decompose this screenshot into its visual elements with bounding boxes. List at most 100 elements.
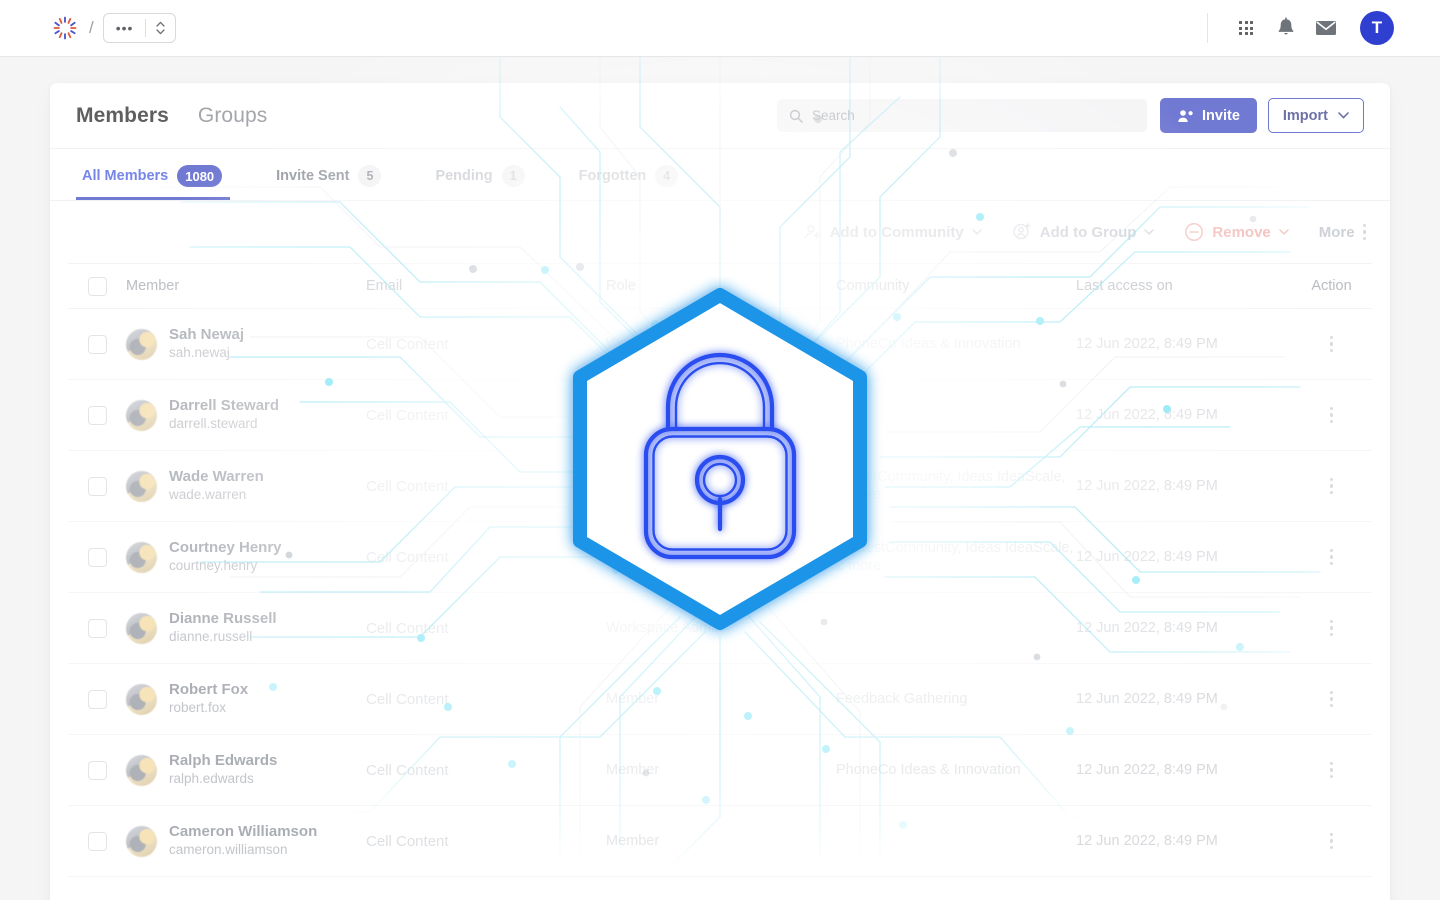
cell-last-access: 12 Jun 2022, 8:49 PM [1076,407,1218,423]
page-tab-groups[interactable]: Groups [198,104,267,128]
label: Remove [1212,223,1271,241]
tab-count-badge: 4 [655,165,679,187]
member-name: Robert Fox [169,680,249,698]
cell-last-access: 12 Jun 2022, 8:49 PM [1076,478,1218,494]
remove-button[interactable]: Remove [1184,222,1289,242]
table-row[interactable]: Ralph Edwards ralph.edwards Cell Content Me… [68,735,1372,806]
kebab-icon[interactable] [1362,223,1366,241]
select-all-checkbox[interactable] [87,276,107,296]
chevron-down-icon [1144,229,1155,235]
cell-email: Cell Content [366,761,449,779]
avatar [126,399,157,431]
row-action-menu[interactable] [1329,406,1334,424]
column-header-last-access[interactable]: Last access on [1076,278,1291,294]
member-username: sah.newaj [169,345,230,361]
grid-apps-icon[interactable] [1226,8,1266,48]
cell-email: Cell Content [366,690,449,708]
member-name: Wade Warren [169,467,264,485]
member-username: wade.warren [169,487,247,503]
row-action-menu[interactable] [1329,548,1334,566]
search-input[interactable]: Search [777,99,1148,132]
row-checkbox[interactable] [87,760,107,780]
add-community-icon [804,224,820,238]
member-name: Darrell Steward [169,396,280,414]
row-checkbox[interactable] [87,476,107,496]
user-plus-icon [1178,109,1193,122]
envelope-icon[interactable] [1306,8,1346,48]
column-header-email[interactable]: Email [366,278,606,294]
chevron-updown-icon[interactable] [146,21,175,35]
column-header-member[interactable]: Member [126,278,366,294]
cell-last-access: 12 Jun 2022, 8:49 PM [1076,336,1218,352]
row-action-menu[interactable] [1329,477,1334,495]
divider [1207,13,1208,43]
table-header-row: Member Email Role Community Last access … [68,263,1372,309]
avatar [126,541,157,573]
member-name: Courtney Henry [169,538,282,556]
member-username: robert.fox [169,700,227,716]
tab-pending[interactable]: Pending 1 [429,165,530,200]
avatar [126,683,157,715]
label: More [1318,223,1355,241]
add-to-community-button[interactable]: Add to Community [803,223,982,242]
row-action-menu[interactable] [1329,619,1334,637]
label: Add to Community [829,223,964,241]
table-row[interactable]: Dianne Russell dianne.russell Cell Content… [68,593,1372,664]
column-header-community[interactable]: Community [836,278,1076,294]
row-checkbox[interactable] [87,334,107,354]
cell-role: Member [606,832,660,849]
table-row[interactable]: Sah Newaj sah.newaj Cell Content Workspace … [68,309,1372,380]
bell-icon[interactable] [1266,8,1306,48]
row-action-menu[interactable] [1329,832,1334,850]
table-row[interactable]: Darrell Steward darrell.steward Cell Conte… [68,380,1372,451]
chevron-down-icon [1338,112,1349,119]
avatar[interactable]: T [1360,11,1394,45]
cell-role: Workspace Owner [606,335,725,352]
cell-last-access: 12 Jun 2022, 8:49 PM [1076,691,1218,707]
invite-button[interactable]: Invite [1160,98,1257,133]
top-bar: / ••• T [0,0,1440,57]
member-name: Ralph Edwards [169,751,278,769]
members-card: Members Groups Search Invite Import All … [50,83,1390,900]
page-tab-members[interactable]: Members [76,104,169,128]
row-checkbox[interactable] [87,689,107,709]
column-header-role[interactable]: Role [606,278,836,294]
row-checkbox[interactable] [87,831,107,851]
row-checkbox[interactable] [87,405,107,425]
row-checkbox[interactable] [87,547,107,567]
cell-email: Cell Content [366,406,449,424]
import-label: Import [1282,107,1328,124]
row-action-menu[interactable] [1329,335,1334,353]
more-button[interactable]: More [1319,224,1366,241]
chevron-down-icon [972,229,982,235]
add-group-icon [1013,223,1030,240]
row-action-menu[interactable] [1329,761,1334,779]
table-row[interactable]: Cameron Williamson cameron.williamson Cell… [68,806,1372,877]
breadcrumb-separator: / [89,18,94,37]
table-row[interactable]: Wade Warren wade.warren Cell Content Worksp… [68,451,1372,522]
table-row[interactable]: Courtney Henry courtney.henry Cell Content… [68,522,1372,593]
workspace-switcher[interactable]: ••• [102,13,177,43]
table-row[interactable]: Robert Fox robert.fox Cell Content Member Fe… [68,664,1372,735]
cell-last-access: 12 Jun 2022, 8:49 PM [1076,549,1218,565]
card-header: Members Groups Search Invite Import [50,83,1390,149]
tab-label: Forgotten [578,168,647,184]
tab-all-members[interactable]: All Members 1080 [76,165,228,200]
import-button[interactable]: Import [1267,98,1364,133]
ideascale-burst-logo[interactable] [50,13,80,43]
cell-community: CvtestCommunity, Ideas IdeaScale, 2 more [836,468,1066,503]
search-icon [789,109,803,123]
member-username: dianne.russell [169,629,253,645]
cell-community: PhoneCo Ideas & Innovation [836,335,1021,352]
add-to-group-button[interactable]: Add to Group [1012,222,1155,242]
avatar [126,825,157,857]
label: Add to Group [1039,223,1137,241]
member-username: cameron.williamson [169,842,288,858]
tab-forgotten[interactable]: Forgotten 4 [573,165,685,200]
row-checkbox[interactable] [87,618,107,638]
tab-invite-sent[interactable]: Invite Sent 5 [270,165,387,200]
invite-label: Invite [1202,107,1240,124]
row-action-menu[interactable] [1329,690,1334,708]
cell-email: Cell Content [366,619,449,637]
cell-community: PhoneCo Ideas & Innovation [836,761,1021,778]
